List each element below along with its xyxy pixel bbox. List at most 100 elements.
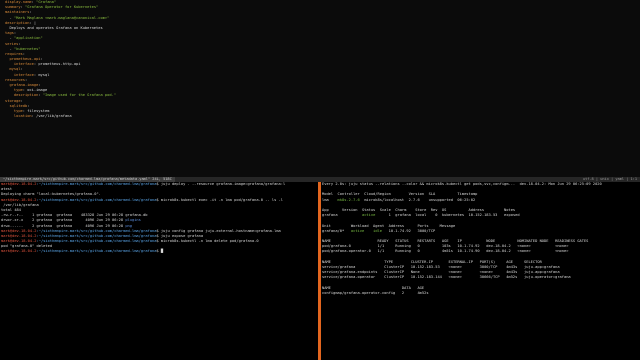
- text-segment: service/grafana-endpoints ClusterIP None…: [322, 270, 560, 275]
- text-segment: :~/sixthempire-mark/src/github.com/charm…: [36, 182, 157, 186]
- text-segment: -: [5, 36, 14, 41]
- text-segment: Deploying charm "local:kubernetes/grafan…: [1, 192, 101, 197]
- text-segment: NAME TYPE CLUSTER-IP EXTERNAL-IP PORT(S)…: [322, 259, 542, 264]
- text-segment: pod "grafana-0" deleted: [1, 244, 53, 249]
- text-segment: mark@dev-18-04-2: [1, 197, 37, 202]
- text-segment: sqlitedb: [5, 103, 28, 108]
- text-segment: $ juju deploy . --resource grafana-image…: [156, 182, 286, 186]
- text-segment: [364, 229, 373, 233]
- text-segment: drwxr-xr-x 2 grafana grafana 4096 Jun 29…: [1, 218, 126, 223]
- editor-line: location: /var/lib/grafana: [0, 114, 640, 119]
- text-segment: mark@dev-18-04-2: [1, 239, 37, 244]
- text-segment: active: [350, 228, 365, 233]
- text-segment: png: [125, 223, 132, 228]
- text-segment: resources: [5, 77, 25, 82]
- left-terminal-pane[interactable]: mark@dev-18-04-2:~/sixthempire-mark/src/…: [0, 182, 318, 360]
- text-segment: display-name: [5, 0, 32, 4]
- text-segment: : |: [29, 20, 37, 25]
- text-segment: atest: [1, 187, 13, 192]
- text-segment: "kubernetes": [13, 46, 41, 51]
- text-segment: :: [27, 103, 30, 108]
- text-segment: "Grafana Operator for Kubernetes": [25, 5, 99, 10]
- text-segment: :: [20, 98, 23, 103]
- text-segment: :~/sixthempire-mark/src/github.com/charm…: [36, 233, 157, 238]
- text-segment: NAME DATA AGE: [322, 285, 425, 290]
- text-segment: :: [29, 10, 32, 15]
- text-segment: :: [20, 67, 23, 72]
- text-segment: :~/sixthempire-mark/src/github.com/charm…: [36, 228, 157, 233]
- text-segment: interface: [5, 62, 34, 67]
- text-segment: series: [5, 41, 19, 46]
- text-segment: :: [13, 31, 17, 36]
- text-segment: interface: [5, 72, 34, 77]
- text-segment: Unit Workload Agent Address Ports Messag…: [322, 223, 456, 228]
- text-segment: service/grafana ClusterIP 10.152.183.53 …: [322, 265, 560, 269]
- text-segment: : /var/lib/grafana: [31, 114, 72, 119]
- text-segment: requires: [5, 51, 23, 56]
- text-segment: $ microk8s.kubectl exec -it -n lma pod/g…: [156, 197, 283, 202]
- text-segment: : filesystem: [22, 108, 50, 113]
- text-segment: 1 grafana local 0 kubernetes 10.152.183.…: [375, 213, 520, 218]
- text-segment: service/grafana-operator ClusterIP 10.15…: [322, 275, 571, 280]
- text-segment: NAME READY STATUS RESTARTS AGE IP NODE N…: [322, 239, 589, 244]
- text-segment: : oci-image: [22, 88, 48, 93]
- text-segment: plugins: [125, 218, 141, 223]
- text-segment: pod/grafana-operator-0 1/1 Running 0 4m5…: [322, 249, 569, 254]
- terminal-line: mark@dev-18-04-2:~/sixthempire-mark/src/…: [0, 198, 318, 203]
- text-segment: "Mark Maglana <mark.maglana@canonical.co…: [13, 15, 110, 20]
- text-segment: : mysql: [33, 72, 50, 77]
- text-segment: :~/sixthempire-mark/src/github.com/charm…: [36, 249, 157, 254]
- text-segment: storage: [5, 98, 21, 103]
- text-segment: -: [5, 15, 14, 20]
- text-segment: :~/sixthempire-mark/src/github.com/charm…: [36, 197, 157, 202]
- text-segment: -: [5, 46, 14, 51]
- text-segment: "application": [13, 36, 43, 41]
- text-segment: type: [5, 88, 23, 93]
- text-segment: -rw-r--r-- 1 grafana grafana 483328 Jun …: [1, 213, 148, 218]
- text-segment: summary: [5, 5, 21, 10]
- text-segment: █: [160, 249, 164, 254]
- text-segment: Every 2.0s: juju status --relations --co…: [322, 182, 602, 186]
- text-segment: mysql: [5, 67, 21, 72]
- text-segment: Model Controller Cloud/Region Version SL…: [322, 192, 478, 197]
- text-segment: pod/grafana-0 1/1 Running 0 103s 10.1.74…: [322, 244, 569, 249]
- right-terminal-pane[interactable]: Every 2.0s: juju status --relations --co…: [321, 182, 640, 360]
- text-segment: tags: [5, 31, 14, 36]
- text-segment: "Image used for the Grafana pod.": [42, 93, 117, 98]
- editor-pane[interactable]: display-name: "Grafana" summary: "Grafana…: [0, 0, 640, 177]
- text-segment: lma: [322, 197, 338, 202]
- text-segment: location: [5, 114, 32, 119]
- text-segment: :~/sixthempire-mark/src/github.com/charm…: [36, 239, 157, 244]
- terminal-line: mark@dev-18-04-2:~/sixthempire-mark/src/…: [0, 249, 318, 254]
- text-segment: $ juju expose grafana: [156, 233, 204, 238]
- text-segment: idle: [373, 228, 382, 233]
- text-segment: :: [24, 77, 28, 82]
- text-segment: :: [22, 51, 25, 56]
- text-segment: drwx------ 2 grafana grafana 4096 Jun 29…: [1, 223, 126, 228]
- text-segment: $ juju config grafana juju-external-host…: [156, 228, 281, 233]
- text-segment: $ microk8s.kubectl -n lma delete pod/gra…: [156, 239, 259, 244]
- text-segment: :: [40, 57, 43, 62]
- text-segment: active: [361, 213, 376, 218]
- text-segment: total 484: [1, 207, 21, 212]
- text-segment: type: [5, 108, 23, 113]
- text-segment: App Version Status Scale Charm Store Rev…: [322, 207, 516, 212]
- text-segment: : prometheus-http-api: [33, 62, 81, 67]
- text-segment: Deploys and operates Grafana on Kubernet…: [5, 25, 103, 30]
- text-segment: grafana-image: [5, 83, 39, 87]
- text-segment: description: [5, 20, 30, 25]
- text-segment: microk8s/localhost 2.7.6 unsupported 06:…: [359, 197, 476, 202]
- text-segment: maintainers: [5, 10, 30, 15]
- text-segment: configmap/grafana-operator-config 2 4m52…: [322, 290, 429, 295]
- text-segment: prometheus-api: [5, 57, 41, 62]
- text-segment: mark@dev-18-04-2: [1, 182, 37, 186]
- watch-output-line: configmap/grafana-operator-config 2 4m52…: [321, 291, 640, 296]
- text-segment: :: [38, 83, 41, 87]
- text-segment: /var/lib/grafana: [1, 202, 39, 207]
- text-segment: mark@dev-18-04-2: [1, 228, 37, 233]
- text-segment: description: [5, 93, 39, 98]
- text-segment: grafana: [322, 213, 362, 218]
- terminal-line: mark@dev-18-04-2:~/sixthempire-mark/src/…: [0, 182, 318, 187]
- text-segment: "Grafana": [36, 0, 57, 4]
- watch-output-line: Every 2.0s: juju status --relations --co…: [321, 182, 640, 187]
